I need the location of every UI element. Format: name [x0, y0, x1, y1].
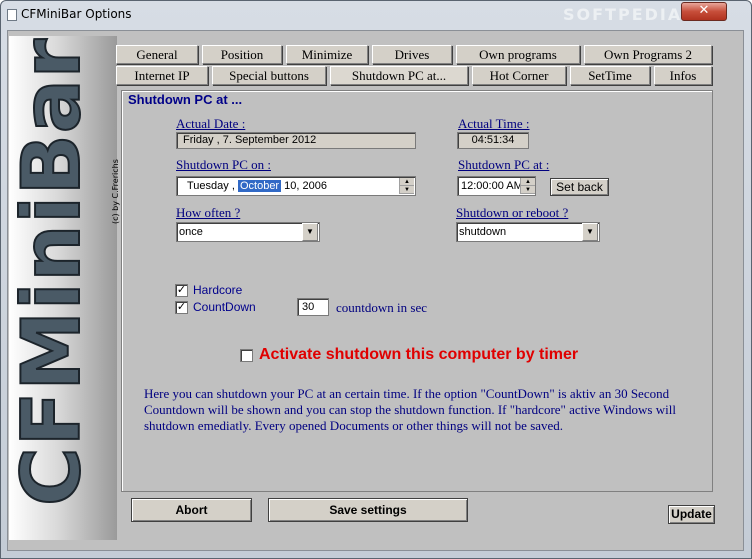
copyright-text: (c) by C.Frerichs	[111, 159, 120, 224]
activate-checkbox[interactable]	[240, 349, 253, 362]
watermark: SOFTPEDIA	[563, 5, 683, 24]
actual-time-field: 04:51:34	[457, 132, 529, 149]
date-rest: 10, 2006	[284, 180, 327, 192]
shutdown-or-reboot-select[interactable]: shutdown	[456, 222, 600, 242]
actual-date-field: Friday , 7. September 2012	[176, 132, 416, 149]
update-button[interactable]: Update	[668, 505, 715, 524]
logo-panel: CFMiniBar (c) by C.Frerichs	[9, 36, 120, 540]
tab-own-programs-2[interactable]: Own Programs 2	[584, 45, 712, 64]
date-day: Tuesday ,	[187, 180, 235, 192]
app-icon	[7, 9, 17, 21]
actual-date-label: Actual Date :	[176, 116, 246, 131]
how-often-label: How often ?	[176, 205, 241, 220]
date-spinner[interactable]: ▲ ▼	[399, 178, 414, 194]
spin-up-icon[interactable]: ▲	[521, 178, 535, 186]
logo: CFMiniBar	[9, 37, 99, 507]
countdown-label: CountDown	[193, 300, 256, 314]
tab-drives[interactable]: Drives	[372, 45, 452, 64]
date-month-selected[interactable]: October	[237, 180, 282, 192]
logo-text: CFMiniBar	[9, 38, 98, 506]
actual-time-label: Actual Time :	[458, 116, 530, 131]
tab-infos[interactable]: Infos	[654, 66, 712, 85]
shutdown-on-label: Shutdown PC on :	[176, 157, 271, 172]
window-title: CFMiniBar Options	[21, 7, 132, 21]
title-bar[interactable]: CFMiniBar Options SOFTPEDIA ✕	[1, 1, 751, 31]
chevron-down-icon[interactable]: ▼	[582, 223, 598, 241]
spin-up-icon[interactable]: ▲	[400, 178, 414, 186]
svg-text:(c) by C.Frerichs: (c) by C.Frerichs	[111, 159, 120, 224]
tab-minimize[interactable]: Minimize	[286, 45, 368, 64]
time-spinner[interactable]: ▲ ▼	[520, 178, 535, 194]
countdown-seconds-input[interactable]: 30	[297, 298, 329, 316]
tab-special-buttons[interactable]: Special buttons	[212, 66, 326, 85]
countdown-checkbox[interactable]: ✓	[175, 301, 188, 314]
tab-hot-corner[interactable]: Hot Corner	[472, 66, 566, 85]
save-settings-button[interactable]: Save settings	[268, 498, 468, 522]
tab-settime[interactable]: SetTime	[570, 66, 650, 85]
shutdown-date-picker[interactable]: Tuesday , October 10, 2006	[176, 176, 416, 196]
tab-own-programs[interactable]: Own programs	[456, 45, 580, 64]
tab-shutdown-pc[interactable]: Shutdown PC at...	[330, 66, 468, 85]
shutdown-at-label: Shutdown PC at :	[458, 157, 550, 172]
hardcore-label: Hardcore	[193, 283, 243, 297]
spin-down-icon[interactable]: ▼	[400, 186, 414, 194]
set-back-button[interactable]: Set back	[550, 178, 609, 196]
description-text: Here you can shutdown your PC at an cert…	[144, 386, 676, 433]
abort-button[interactable]: Abort	[131, 498, 252, 522]
close-icon: ✕	[698, 3, 710, 18]
activate-label: Activate shutdown this computer by timer	[259, 346, 579, 363]
panel-title: Shutdown PC at ...	[128, 92, 243, 107]
chevron-down-icon[interactable]: ▼	[302, 223, 318, 241]
spin-down-icon[interactable]: ▼	[521, 186, 535, 194]
hardcore-checkbox[interactable]: ✓	[175, 284, 188, 297]
how-often-select[interactable]: once	[176, 222, 320, 242]
tab-internet-ip[interactable]: Internet IP	[116, 66, 208, 85]
countdown-unit-label: countdown in sec	[336, 300, 427, 315]
tab-general[interactable]: General	[116, 45, 198, 64]
shutdown-or-reboot-label: Shutdown or reboot ?	[456, 205, 569, 220]
close-button[interactable]: ✕	[681, 2, 727, 21]
tab-position[interactable]: Position	[202, 45, 282, 64]
